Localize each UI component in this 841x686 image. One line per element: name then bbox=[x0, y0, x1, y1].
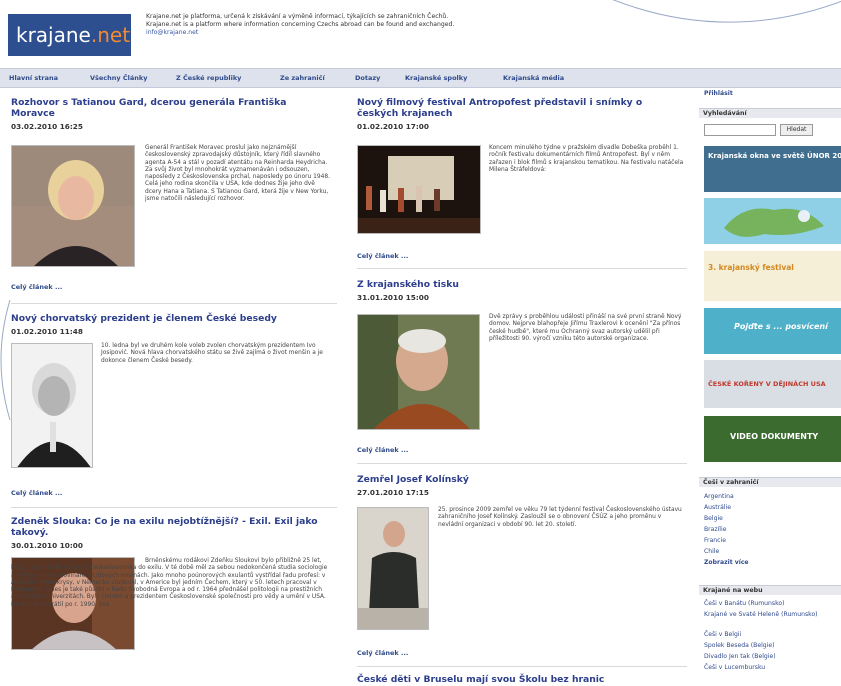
article-antropofest: Nový filmový festival Antropofest předst… bbox=[357, 97, 685, 131]
login-link[interactable]: Přihlásit bbox=[704, 90, 733, 97]
article-date: 27.01.2010 17:15 bbox=[357, 488, 429, 497]
tagline-cz: Krajane.net je platforma, určená k získá… bbox=[146, 13, 449, 20]
banner-label: Krajanská okna ve světě ÚNOR 2010 bbox=[708, 152, 841, 160]
search-section-heading: Vyhledávání bbox=[699, 108, 841, 118]
banner-posviceni[interactable]: Pojďte s ... posvícení bbox=[704, 308, 841, 354]
web-link[interactable]: Spolek Beseda (Belgie) bbox=[704, 642, 774, 649]
banner-ceske-koreny[interactable]: ČESKÉ KOŘENY V DĚJINÁCH USA bbox=[704, 360, 841, 408]
country-link-argentina[interactable]: Argentina bbox=[704, 493, 734, 500]
article-excerpt: Generál František Moravec proslul jako n… bbox=[145, 145, 330, 203]
article-title[interactable]: Z krajanského tisku bbox=[357, 279, 685, 290]
article-croatian-president: Nový chorvatský prezident je členem Česk… bbox=[11, 313, 331, 336]
article-excerpt: 10. ledna byl ve druhém kole voleb zvole… bbox=[101, 343, 323, 364]
site-header: krajane.net Krajane.net je platforma, ur… bbox=[0, 0, 841, 68]
article-separator bbox=[357, 666, 687, 667]
read-more-link[interactable]: Celý článek ... bbox=[11, 489, 62, 497]
article-separator bbox=[11, 507, 337, 508]
article-photo-antropofest[interactable] bbox=[357, 145, 481, 234]
article-title[interactable]: Nový filmový festival Antropofest předst… bbox=[357, 97, 685, 119]
read-more-link[interactable]: Celý článek ... bbox=[357, 252, 408, 260]
banner-label: ČESKÉ KOŘENY V DĚJINÁCH USA bbox=[708, 380, 826, 388]
article-excerpt: Brněnskému rodákovi Zdeňku Sloukovi bylo… bbox=[11, 558, 328, 608]
nav-from-abroad[interactable]: Ze zahraničí bbox=[280, 74, 325, 82]
article-photo-jiri-traxler[interactable] bbox=[357, 314, 480, 430]
search-input[interactable] bbox=[704, 124, 776, 136]
article-date: 01.02.2010 11:48 bbox=[11, 327, 83, 336]
country-link-belgium[interactable]: Belgie bbox=[704, 515, 723, 522]
article-date: 30.01.2010 10:00 bbox=[11, 541, 83, 550]
article-separator bbox=[11, 303, 337, 304]
tagline-en: Krajane.net is a platform where informat… bbox=[146, 21, 455, 28]
nav-all-articles[interactable]: Všechny Články bbox=[90, 74, 148, 82]
banner-video-dokumenty[interactable]: VIDEO DOKUMENTY bbox=[704, 416, 841, 462]
article-expat-press: Z krajanského tisku 31.01.2010 15:00 bbox=[357, 279, 685, 302]
article-title[interactable]: České děti v Bruselu mají svou Školu bez… bbox=[357, 674, 685, 685]
article-josef-kolinsky: Zemřel Josef Kolínský 27.01.2010 17:15 bbox=[357, 474, 685, 497]
site-logo[interactable]: krajane.net bbox=[8, 14, 131, 56]
czechs-abroad-heading: Češi v zahraničí bbox=[699, 477, 841, 487]
banner-krajansky-festival[interactable]: 3. krajanský festival bbox=[704, 251, 841, 301]
nav-from-czech-republic[interactable]: Z České republiky bbox=[176, 74, 241, 82]
web-link[interactable]: Češi v Lucembursku bbox=[704, 664, 765, 671]
banner-label: VIDEO DOKUMENTY bbox=[730, 432, 819, 441]
article-date: 03.02.2010 16:25 bbox=[11, 122, 83, 131]
country-link-brazil[interactable]: Brazílie bbox=[704, 526, 726, 533]
read-more-link[interactable]: Celý článek ... bbox=[11, 283, 62, 291]
show-more-link[interactable]: Zobrazit více bbox=[704, 559, 749, 566]
article-photo-croatian-president[interactable] bbox=[11, 343, 93, 468]
article-separator bbox=[357, 268, 687, 269]
article-title[interactable]: Rozhovor s Tatianou Gard, dcerou generál… bbox=[11, 97, 331, 119]
country-link-chile[interactable]: Chile bbox=[704, 548, 719, 555]
web-link[interactable]: Krajané ve Svaté Heleně (Rumunsko) bbox=[704, 611, 818, 618]
article-title[interactable]: Zemřel Josef Kolínský bbox=[357, 474, 685, 485]
banner-krajanska-okna[interactable]: Krajanská okna ve světě ÚNOR 2010 bbox=[704, 146, 841, 192]
nav-expat-associations[interactable]: Krajanské spolky bbox=[405, 74, 467, 82]
decorative-swoosh bbox=[612, 0, 841, 23]
web-link[interactable]: Češi v Belgii bbox=[704, 631, 741, 638]
country-link-australia[interactable]: Austrálie bbox=[704, 504, 731, 511]
article-photo-tatiana-gard[interactable] bbox=[11, 145, 135, 267]
article-excerpt: 25. prosince 2009 zemřel ve věku 79 let … bbox=[438, 507, 682, 528]
web-link[interactable]: Divadlo Jen tak (Belgie) bbox=[704, 653, 776, 660]
contact-email-link[interactable]: info@krajane.net bbox=[146, 29, 586, 37]
article-excerpt: Dvě zprávy s proběhlou událostí přináší … bbox=[489, 314, 682, 342]
article-tatiana-gard: Rozhovor s Tatianou Gard, dcerou generál… bbox=[11, 97, 331, 131]
main-navigation: Hlavní strana Všechny Články Z České rep… bbox=[0, 68, 841, 88]
logo-accent-text: .net bbox=[90, 23, 131, 47]
logo-main-text: krajane bbox=[16, 23, 91, 47]
read-more-link[interactable]: Celý článek ... bbox=[357, 649, 408, 657]
nav-home[interactable]: Hlavní strana bbox=[9, 74, 58, 82]
expats-on-web-heading: Krajané na webu bbox=[699, 585, 841, 595]
article-photo-josef-kolinsky[interactable] bbox=[357, 507, 429, 630]
map-graphic bbox=[704, 198, 841, 244]
nav-expat-media[interactable]: Krajanská média bbox=[503, 74, 564, 82]
site-tagline: Krajane.net je platforma, určená k získá… bbox=[146, 13, 586, 37]
country-link-france[interactable]: Francie bbox=[704, 537, 726, 544]
read-more-link[interactable]: Celý článek ... bbox=[357, 446, 408, 454]
search-button[interactable]: Hledat bbox=[780, 124, 813, 136]
article-excerpt: Koncem minulého týdne v pražském divadle… bbox=[489, 145, 684, 173]
banner-map[interactable] bbox=[704, 198, 841, 244]
article-title[interactable]: Nový chorvatský prezident je členem Česk… bbox=[11, 313, 331, 324]
article-brussels-school: České děti v Bruselu mají svou Školu bez… bbox=[357, 674, 685, 685]
article-zdenek-slouka: Zdeněk Slouka: Co je na exilu nejobtížně… bbox=[11, 516, 333, 550]
article-title[interactable]: Zdeněk Slouka: Co je na exilu nejobtížně… bbox=[11, 516, 333, 538]
nav-questions[interactable]: Dotazy bbox=[355, 74, 380, 82]
banner-label: Pojďte s ... posvícení bbox=[734, 322, 828, 331]
article-date: 31.01.2010 15:00 bbox=[357, 293, 429, 302]
article-date: 01.02.2010 17:00 bbox=[357, 122, 429, 131]
article-separator bbox=[357, 463, 687, 464]
web-link[interactable]: Češi v Banátu (Rumunsko) bbox=[704, 600, 785, 607]
banner-label: 3. krajanský festival bbox=[708, 263, 794, 272]
